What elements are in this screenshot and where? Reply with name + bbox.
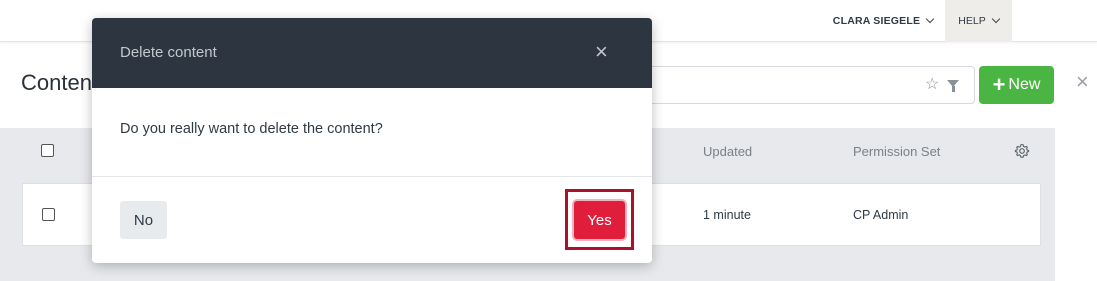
user-name: CLARA SIEGELE <box>832 15 921 27</box>
chevron-down-icon <box>925 14 935 24</box>
chevron-down-icon <box>991 14 1000 24</box>
new-button-label: New <box>1008 76 1041 93</box>
no-button[interactable]: No <box>120 201 167 239</box>
yes-button[interactable]: Yes <box>574 201 625 239</box>
gear-icon[interactable] <box>1014 143 1030 159</box>
no-button-label: No <box>133 211 154 229</box>
filter-icon[interactable] <box>947 80 959 92</box>
new-button[interactable]: + New <box>979 66 1054 104</box>
help-menu[interactable]: HELP <box>945 0 1012 42</box>
yes-button-label: Yes <box>587 211 612 229</box>
plus-icon: + <box>992 72 1006 97</box>
user-menu[interactable]: CLARA SIEGELE <box>822 0 944 42</box>
delete-content-dialog: Delete content × Do you really want to d… <box>92 18 652 263</box>
help-label: HELP <box>958 15 986 27</box>
close-icon[interactable]: × <box>1076 71 1089 93</box>
select-all-checkbox[interactable] <box>41 144 54 157</box>
dialog-header: Delete content × <box>92 18 652 88</box>
cell-permission-set: CP Admin <box>853 208 909 222</box>
star-icon[interactable]: ☆ <box>925 76 939 94</box>
cell-updated: 1 minute <box>703 208 751 222</box>
column-header-updated[interactable]: Updated <box>703 144 752 159</box>
close-icon[interactable]: × <box>595 40 608 64</box>
page-title: Content <box>21 70 99 95</box>
row-checkbox[interactable] <box>42 208 55 221</box>
divider <box>92 176 652 177</box>
column-header-permission-set[interactable]: Permission Set <box>853 144 940 159</box>
dialog-message: Do you really want to delete the content… <box>120 121 383 137</box>
dialog-title: Delete content <box>120 44 217 61</box>
